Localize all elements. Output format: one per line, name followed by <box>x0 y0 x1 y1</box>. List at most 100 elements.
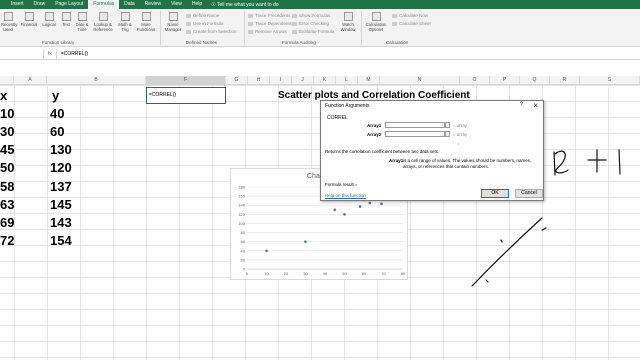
remove-arrows-button[interactable]: Remove Arrows <box>248 29 287 34</box>
argument-description: is a cell range of values. The values sh… <box>403 158 532 169</box>
ok-button[interactable]: OK <box>481 189 509 198</box>
column-header[interactable]: J <box>292 76 314 85</box>
name-manager-button[interactable]: Name Manager <box>164 12 182 32</box>
column-header[interactable]: B <box>47 76 146 85</box>
x-header-cell[interactable]: x <box>0 88 7 103</box>
select-all-corner[interactable] <box>0 76 14 85</box>
tell-me-search[interactable]: ☉ Tell me what you want to do <box>211 2 279 8</box>
more-functions-button[interactable]: More Functions <box>136 12 156 32</box>
tab-view[interactable]: View <box>166 0 187 9</box>
y-tick-label: 160 <box>238 194 245 199</box>
x-cell[interactable]: 10 <box>0 106 14 121</box>
column-header[interactable]: N <box>380 76 460 85</box>
group-formula-auditing: Formula Auditing <box>282 40 316 45</box>
y-cell[interactable]: 143 <box>50 215 72 230</box>
error-checking-button[interactable]: Error Checking <box>292 21 329 26</box>
y-cell[interactable]: 60 <box>50 124 64 139</box>
formula-result: Formula result = <box>325 182 358 187</box>
column-header[interactable]: H <box>248 76 270 85</box>
define-name-button[interactable]: Define Name <box>186 13 219 18</box>
math-trig-button[interactable]: Math & Trig <box>116 12 134 32</box>
column-header[interactable]: P <box>490 76 520 85</box>
more-functions-icon <box>141 12 151 21</box>
x-tick-label: 30 <box>303 271 308 276</box>
array1-collapse-icon[interactable] <box>445 122 450 128</box>
create-from-selection-button[interactable]: Create from Selection <box>186 29 237 34</box>
help-link[interactable]: Help on this function <box>325 193 366 198</box>
use-in-formula-button[interactable]: Use in Formula <box>186 21 224 26</box>
help-icon[interactable]: ? <box>520 102 523 108</box>
x-cell[interactable]: 72 <box>0 233 14 248</box>
tab-draw[interactable]: Draw <box>29 0 51 9</box>
y-cell[interactable]: 154 <box>50 233 72 248</box>
column-header[interactable]: M <box>358 76 380 85</box>
data-point <box>333 208 337 212</box>
array2-input[interactable] <box>385 131 445 137</box>
column-header[interactable]: K <box>314 76 336 85</box>
x-cell[interactable]: 45 <box>0 142 14 157</box>
x-tick-label: 80 <box>401 271 406 276</box>
watch-window-button[interactable]: Watch Window <box>338 12 358 32</box>
column-header[interactable]: A <box>14 76 47 85</box>
selection-icon <box>186 29 191 34</box>
y-cell[interactable]: 120 <box>50 160 72 175</box>
calculation-options-button[interactable]: Calculation Options <box>364 12 388 32</box>
logical-button[interactable]: Logical <box>40 12 58 27</box>
trace-precedents-button[interactable]: Trace Precedents <box>248 13 290 18</box>
column-header[interactable]: S <box>580 76 640 85</box>
column-header[interactable]: Q <box>520 76 550 85</box>
dialog-title: Function Arguments <box>325 103 370 109</box>
column-header[interactable]: R <box>550 76 580 85</box>
math-icon <box>120 12 130 21</box>
show-formulas-button[interactable]: Show Formulas <box>292 13 330 18</box>
ribbon-body: Recently Used Financial Logical Text Dat… <box>0 9 640 47</box>
tab-data[interactable]: Data <box>119 0 140 9</box>
group-function-library: Function Library <box>42 40 75 45</box>
column-header[interactable]: G <box>226 76 248 85</box>
y-cell[interactable]: 137 <box>50 179 72 194</box>
lookup-reference-button[interactable]: Lookup & Reference <box>91 12 115 32</box>
x-cell[interactable]: 58 <box>0 179 14 194</box>
x-tick-label: 70 <box>381 271 386 276</box>
name-box[interactable] <box>0 48 44 59</box>
active-cell-editor[interactable]: =CORREL() <box>146 87 226 104</box>
evaluate-formula-button[interactable]: Evaluate Formula <box>292 29 334 34</box>
x-cell[interactable]: 50 <box>0 160 14 175</box>
calculate-now-button[interactable]: Calculate Now <box>392 13 428 18</box>
trace-dependents-button[interactable]: Trace Dependents <box>248 21 292 26</box>
formula-input[interactable]: =CORREL() <box>57 51 88 57</box>
text-button[interactable]: Text <box>60 12 72 27</box>
financial-button[interactable]: Financial <box>19 12 39 27</box>
argument-name: Array1 <box>389 158 404 163</box>
y-cell[interactable]: 145 <box>50 197 72 212</box>
x-cell[interactable]: 69 <box>0 215 14 230</box>
watch-window-icon <box>343 12 353 21</box>
y-header-cell[interactable]: y <box>52 88 59 103</box>
column-header[interactable]: L <box>336 76 358 85</box>
y-cell[interactable]: 40 <box>50 106 64 121</box>
recently-used-button[interactable]: Recently Used <box>1 12 17 32</box>
column-header-selected[interactable]: F <box>146 76 226 85</box>
fx-icon[interactable]: fx <box>44 48 57 59</box>
cancel-button[interactable]: Cancel <box>515 189 543 198</box>
tab-help[interactable]: Help <box>187 0 207 9</box>
calculate-sheet-button[interactable]: Calculate Sheet <box>392 21 431 26</box>
date-time-button[interactable]: Date & Time <box>74 12 90 32</box>
x-cell[interactable]: 30 <box>0 124 14 139</box>
group-defined-names: Defined Names <box>186 40 218 45</box>
tab-page-layout[interactable]: Page Layout <box>50 0 88 9</box>
column-header[interactable]: I <box>270 76 292 85</box>
column-header[interactable]: O <box>460 76 490 85</box>
x-cell[interactable]: 63 <box>0 197 14 212</box>
close-icon[interactable]: × <box>533 101 538 110</box>
trace-precedents-icon <box>248 13 253 18</box>
remove-arrows-icon <box>248 29 253 34</box>
data-point <box>343 213 346 216</box>
tab-formulas[interactable]: Formulas <box>88 0 120 9</box>
array2-collapse-icon[interactable] <box>445 131 450 137</box>
tab-insert[interactable]: Insert <box>6 0 29 9</box>
array1-input[interactable] <box>385 122 445 128</box>
tab-review[interactable]: Review <box>140 0 166 9</box>
formula-bar: fx =CORREL() <box>0 48 640 60</box>
y-cell[interactable]: 130 <box>50 142 72 157</box>
